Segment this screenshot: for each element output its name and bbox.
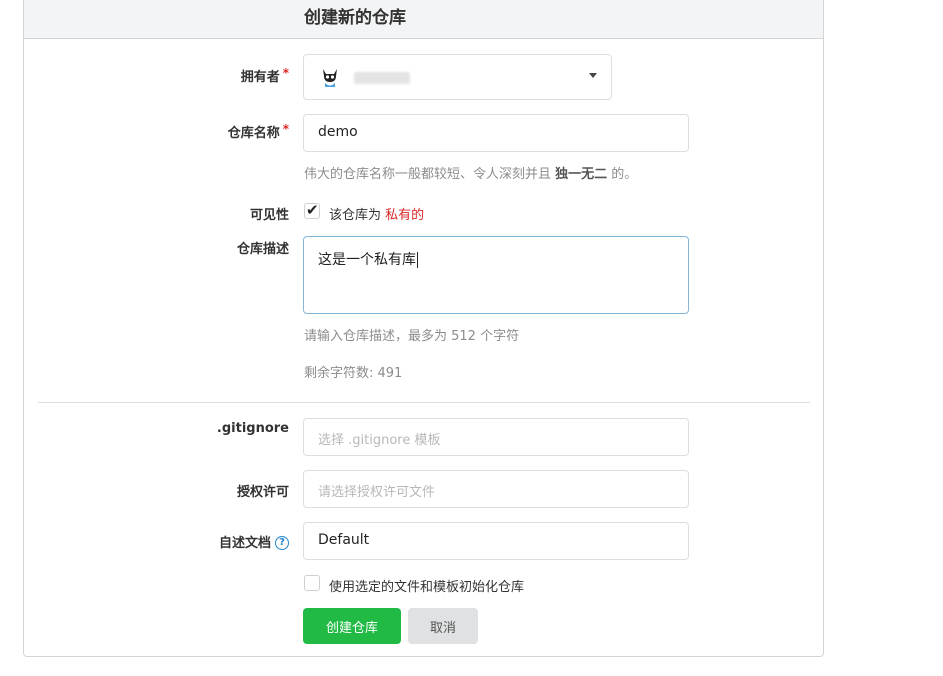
private-checkbox[interactable]: ✔ [304, 201, 320, 219]
license-dropdown[interactable]: 请选择授权许可文件 [303, 470, 689, 508]
owner-dropdown[interactable] [303, 54, 612, 100]
section-divider [38, 402, 810, 403]
auto-init-checkbox[interactable] [304, 575, 320, 591]
license-placeholder: 请选择授权许可文件 [318, 485, 436, 500]
repo-name-label: 仓库名称 * [227, 122, 289, 141]
repo-name-input[interactable]: demo [303, 114, 689, 152]
github-octocat-avatar-icon [319, 66, 341, 88]
readme-value: Default [318, 532, 370, 548]
checkmark-icon: ✔ [306, 201, 319, 219]
owner-name-redacted [354, 72, 410, 84]
owner-label: 拥有者 * [240, 66, 289, 85]
gitignore-dropdown[interactable]: 选择 .gitignore 模板 [303, 418, 689, 456]
description-value: 这是一个私有库 [318, 252, 418, 268]
cancel-button[interactable]: 取消 [408, 608, 478, 644]
required-mark: * [282, 122, 289, 136]
required-mark: * [282, 66, 289, 80]
description-textarea[interactable]: 这是一个私有库 [303, 236, 689, 314]
text-cursor [417, 252, 418, 268]
auto-init-label[interactable]: 使用选定的文件和模板初始化仓库 [329, 576, 524, 595]
chevron-down-icon [589, 73, 597, 78]
license-label: 授权许可 [236, 485, 289, 500]
description-label: 仓库描述 [236, 242, 289, 257]
create-repo-button[interactable]: 创建仓库 [303, 608, 401, 644]
page-title: 创建新的仓库 [304, 8, 406, 28]
remaining-chars: 剩余字符数: 491 [304, 366, 403, 381]
create-repo-panel: 创建新的仓库 拥有者 * 仓库名称 * demo 伟大的仓库名称一般都较短、令人深刻… [23, 0, 824, 657]
gitignore-placeholder: 选择 .gitignore 模板 [318, 433, 441, 448]
panel-header: 创建新的仓库 [24, 0, 823, 39]
question-circle-icon[interactable]: ? [275, 535, 289, 550]
description-hint: 请输入仓库描述，最多为 512 个字符 [304, 329, 520, 344]
private-checkbox-label[interactable]: 该仓库为 私有的 [329, 204, 424, 223]
gitignore-label: .gitignore [216, 421, 289, 436]
readme-label: 自述文档? [24, 532, 289, 551]
visibility-label: 可见性 [249, 208, 289, 223]
repo-name-hint: 伟大的仓库名称一般都较短、令人深刻并且 独一无二 的。 [304, 167, 638, 182]
repo-name-value: demo [318, 124, 358, 140]
readme-dropdown[interactable]: Default [303, 522, 689, 560]
